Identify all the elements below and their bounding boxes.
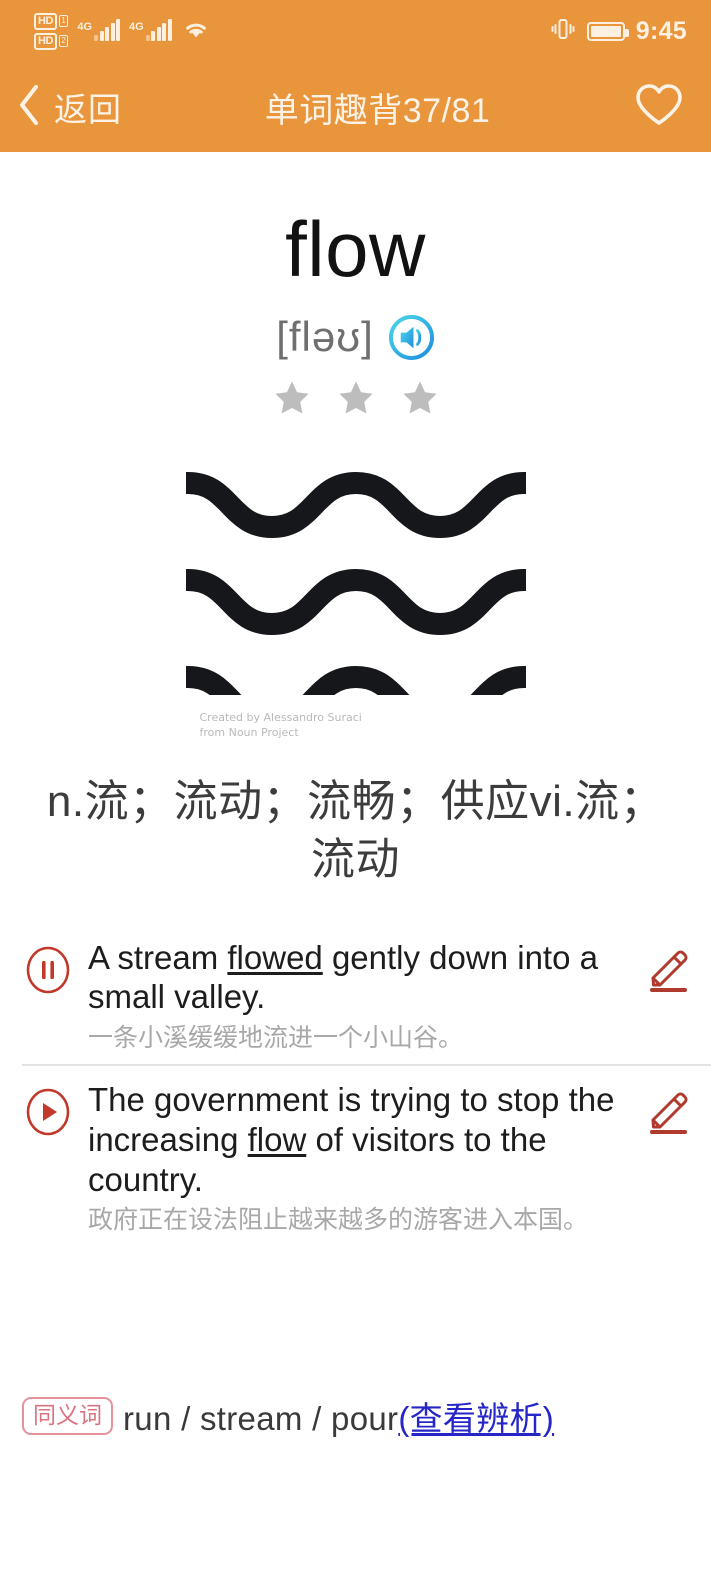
pencil-icon[interactable]: [643, 944, 693, 994]
star-icon[interactable]: [271, 377, 313, 419]
status-bar: HD 1 HD 2 4G 4G: [0, 0, 711, 62]
signal-icon-sim2: 4G: [129, 21, 172, 41]
example-english: A stream flowed gently down into a small…: [88, 938, 631, 1017]
example-english-before: A stream: [88, 939, 227, 976]
signal-type-label-1: 4G: [77, 21, 92, 33]
example-keyword: flowed: [227, 939, 322, 976]
sim-number-2: 2: [59, 35, 68, 47]
signal-icon-sim1: 4G: [77, 21, 120, 41]
clock-label: 9:45: [636, 17, 687, 46]
word-title: flow: [0, 204, 711, 295]
synonyms-words: run / stream / pour: [123, 1400, 398, 1437]
sim-number-1: 1: [59, 15, 68, 27]
star-icon[interactable]: [399, 377, 441, 419]
battery-full-icon: [587, 22, 625, 41]
status-bar-left: HD 1 HD 2 4G 4G: [34, 13, 211, 50]
attribution-line-1: Created by Alessandro Suraci: [200, 711, 526, 726]
example-content: The government is trying to stop the inc…: [72, 1080, 643, 1236]
wifi-icon: [181, 17, 211, 46]
definition-text: n.流；流动；流畅；供应vi.流；流动: [26, 773, 685, 890]
app-screen: HD 1 HD 2 4G 4G: [0, 0, 711, 1591]
example-keyword: flow: [248, 1121, 307, 1158]
signal-bars-2: [146, 21, 172, 41]
example-row: The government is trying to stop the inc…: [22, 1064, 711, 1246]
view-comparison-link[interactable]: (查看辨析): [398, 1400, 554, 1437]
speaker-icon[interactable]: [388, 314, 435, 361]
examples-list: A stream flowed gently down into a small…: [0, 924, 711, 1247]
star-icon[interactable]: [335, 377, 377, 419]
pause-circle-icon[interactable]: [24, 946, 72, 994]
illustration-attribution: Created by Alessandro Suraci from Noun P…: [186, 711, 526, 741]
back-button-label: 返回: [54, 83, 122, 131]
difficulty-stars[interactable]: [0, 377, 711, 419]
favorite-button[interactable]: [633, 81, 685, 134]
hd-label-1: HD: [34, 13, 57, 30]
example-content: A stream flowed gently down into a small…: [72, 938, 643, 1055]
app-header: 返回 单词趣背37/81: [0, 62, 711, 152]
example-chinese: 一条小溪缓缓地流进一个小山谷。: [88, 1022, 631, 1055]
pencil-icon[interactable]: [643, 1086, 693, 1136]
water-waves-icon: [186, 465, 526, 695]
synonyms-text: run / stream / pour(查看辨析): [123, 1392, 554, 1440]
hd-sim1-icon: HD 1: [34, 13, 68, 30]
example-row: A stream flowed gently down into a small…: [0, 924, 711, 1065]
page-title: 单词趣背37/81: [265, 83, 491, 132]
illustration-block: Created by Alessandro Suraci from Noun P…: [0, 465, 711, 741]
dual-sim-hd-indicators: HD 1 HD 2: [34, 13, 68, 50]
synonyms-row: 同义词 run / stream / pour(查看辨析): [22, 1392, 689, 1440]
hd-label-2: HD: [34, 33, 57, 50]
example-chinese: 政府正在设法阻止越来越多的游客进入本国。: [88, 1204, 631, 1237]
signal-type-label-2: 4G: [129, 21, 144, 33]
example-english: The government is trying to stop the inc…: [88, 1080, 631, 1199]
phonetic-row: [fləʊ]: [0, 313, 711, 361]
synonyms-badge: 同义词: [22, 1397, 113, 1435]
attribution-line-2: from Noun Project: [200, 726, 526, 741]
back-button[interactable]: 返回: [16, 83, 122, 132]
signal-bars-1: [94, 21, 120, 41]
hd-sim2-icon: HD 2: [34, 33, 68, 50]
status-bar-right: 9:45: [550, 16, 687, 47]
heart-outline-icon: [633, 116, 685, 133]
vibrate-icon: [550, 16, 576, 47]
play-circle-icon[interactable]: [24, 1088, 72, 1136]
chevron-left-icon: [16, 83, 42, 132]
phonetic-label: [fləʊ]: [276, 313, 374, 361]
